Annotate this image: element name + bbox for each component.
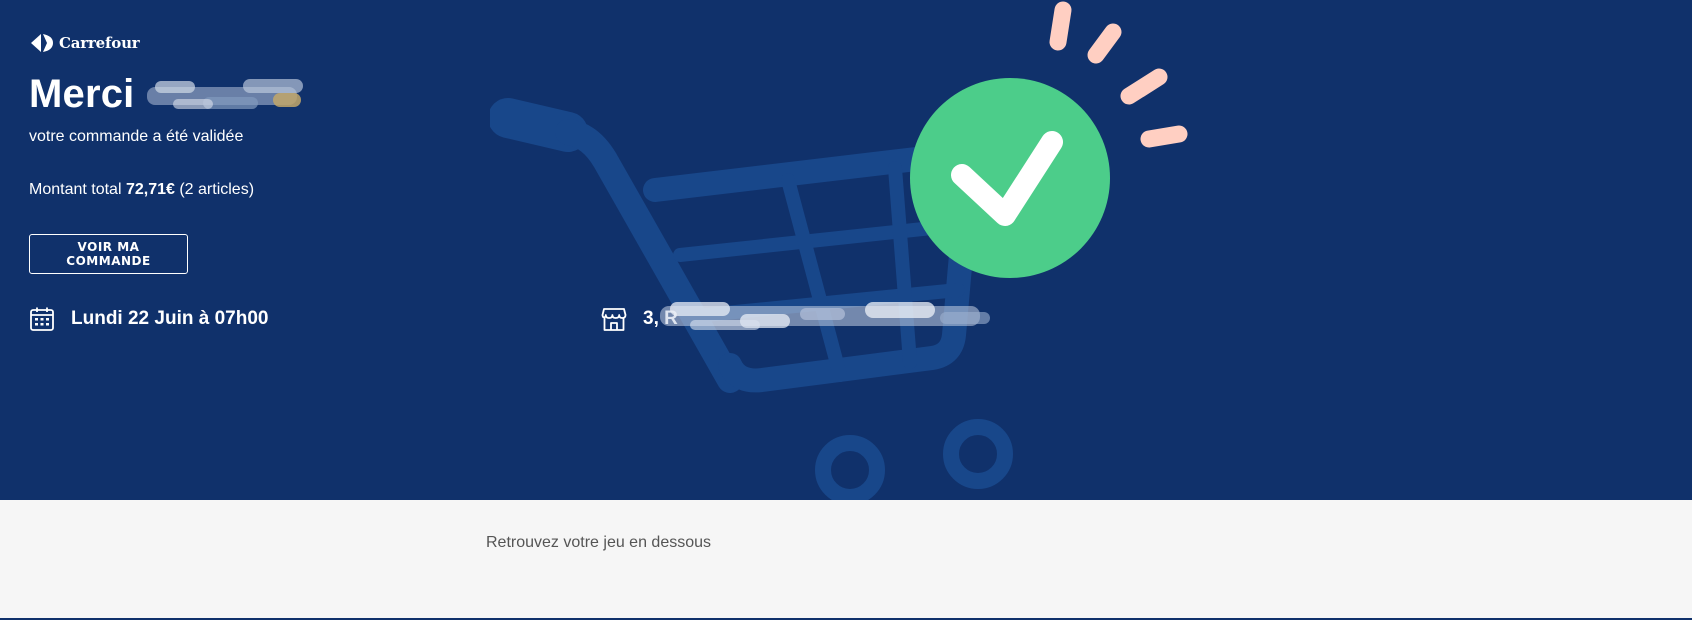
confirmation-hero: Carrefour Merci votre commande a été val… [0,0,1692,500]
page-title: Merci [29,72,135,116]
article-count: (2 articles) [179,181,255,198]
delivery-slot: Lundi 22 Juin à 07h00 [29,306,268,332]
game-caption: Retrouvez votre jeu en dessous [486,534,712,551]
carrefour-logo[interactable]: Carrefour [29,33,140,53]
calendar-icon [30,307,54,331]
order-total: Montant total 72,71€ (2 articles) [29,181,254,199]
store-icon [601,308,627,331]
total-amount: 72,71€ [125,181,175,198]
redacted-customer-name [146,78,303,109]
carrefour-logo-icon [31,34,53,52]
total-label: Montant total [29,181,122,198]
order-confirmation-page: Carrefour Merci votre commande a été val… [0,0,1692,620]
greeting: Merci [29,72,319,117]
carrefour-logo-text: Carrefour [59,34,140,52]
redacted-store-address [660,302,990,330]
view-order-button[interactable]: VOIR MA COMMANDE [29,234,188,274]
delivery-slot-text: Lundi 22 Juin à 07h00 [71,308,269,329]
confirmation-subtitle: votre commande a été validée [29,128,244,145]
success-check-icon [910,1,1188,278]
